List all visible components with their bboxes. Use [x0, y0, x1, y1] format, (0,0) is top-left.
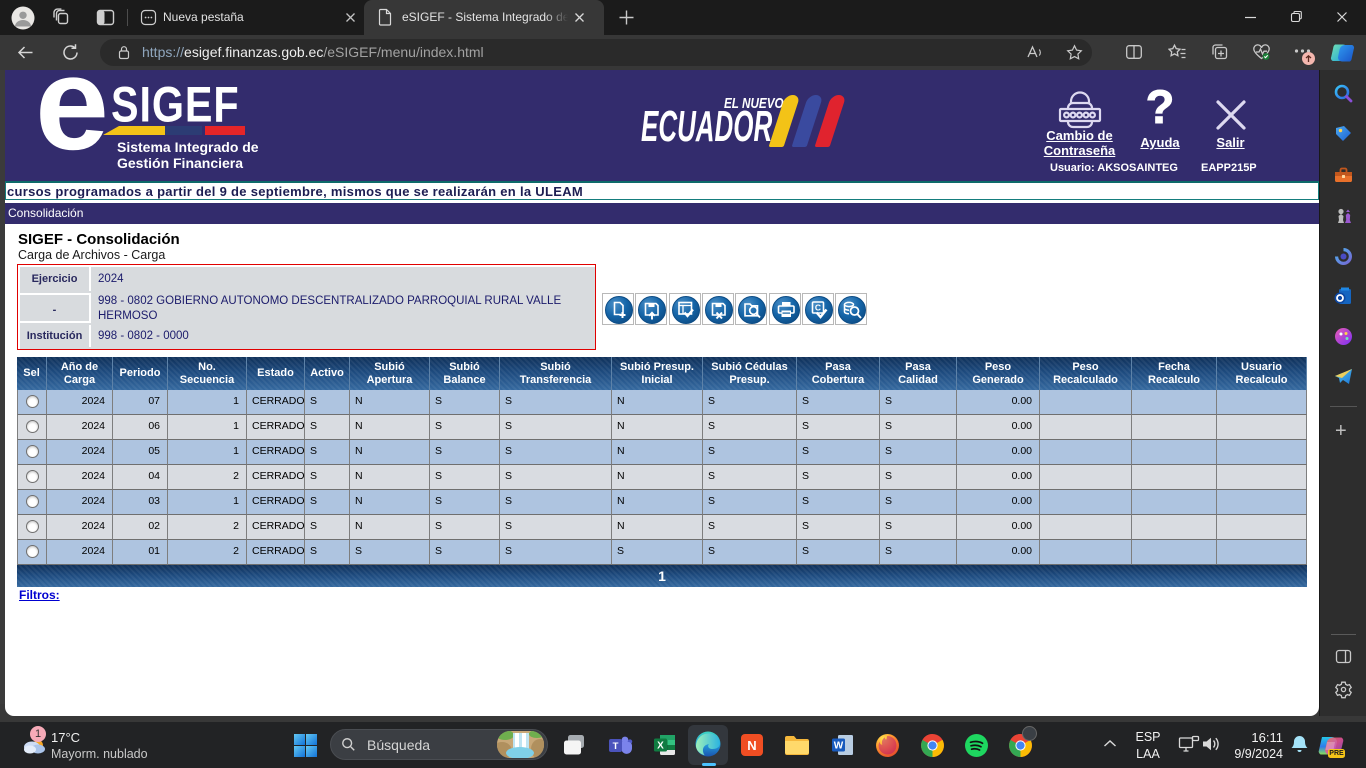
svg-text:W: W	[834, 741, 844, 752]
svg-text:C: C	[815, 303, 821, 313]
svg-text:X: X	[657, 741, 664, 752]
svg-text:T: T	[613, 741, 619, 752]
svg-text:N: N	[747, 738, 756, 753]
